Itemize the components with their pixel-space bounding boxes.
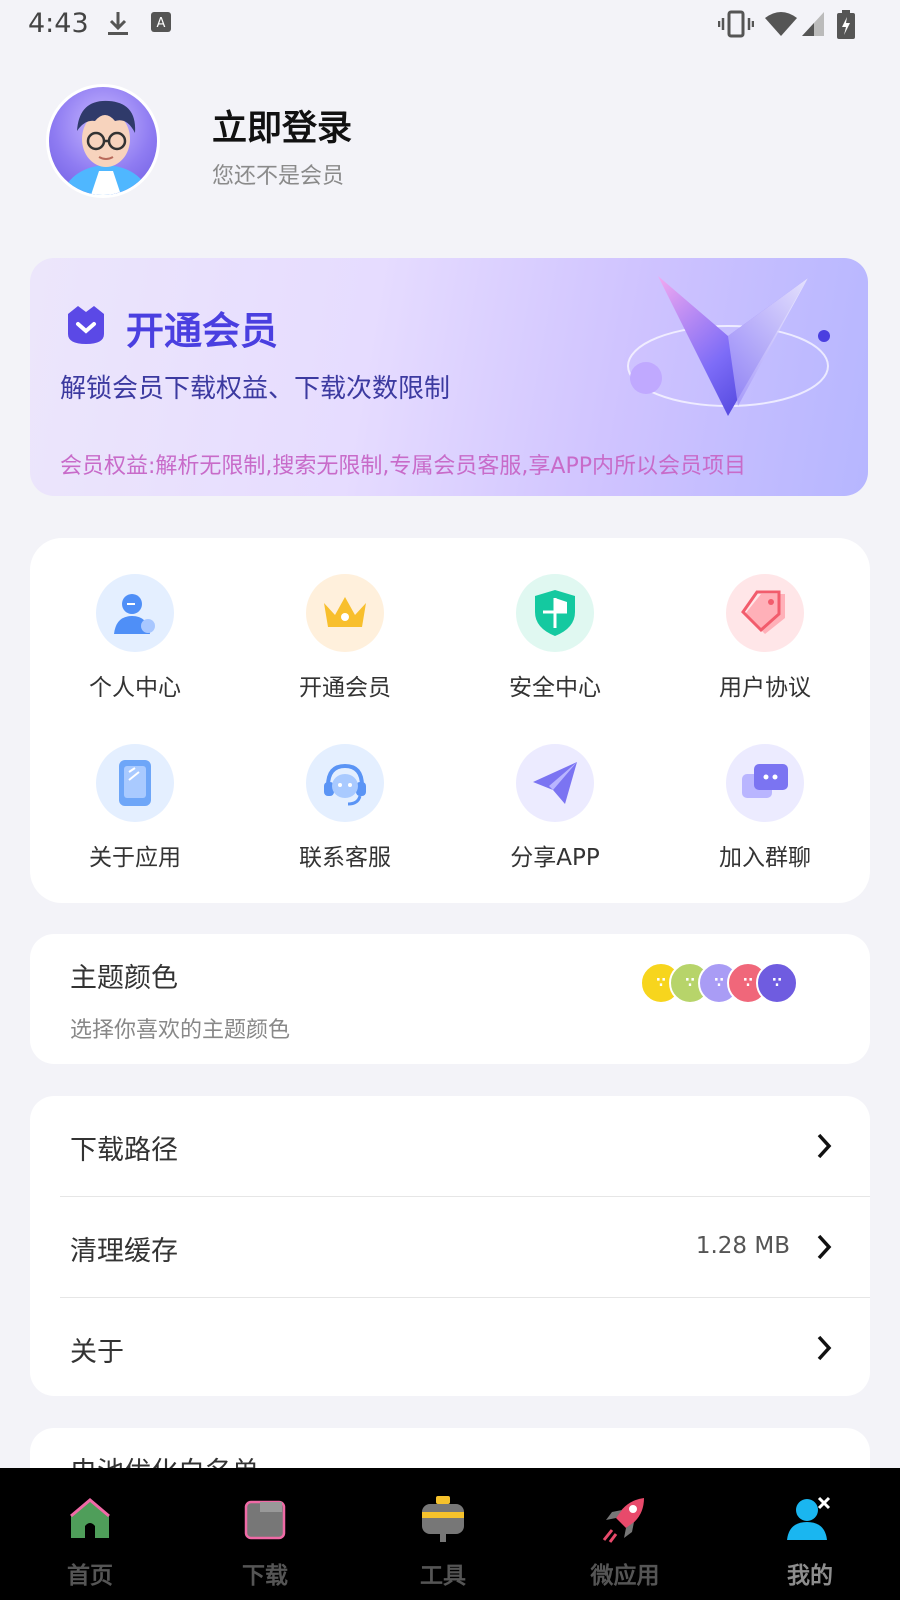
menu-item-label: 分享APP (510, 845, 600, 871)
menu-item-security[interactable]: 安全中心 (450, 574, 660, 702)
folder-icon (244, 1500, 286, 1540)
nav-download[interactable]: 下载 (175, 1468, 355, 1600)
keyboard-a-icon: A (151, 12, 171, 32)
nav-tools[interactable]: 工具 (353, 1468, 533, 1600)
theme-title: 主题颜色 (70, 963, 178, 994)
chat-icon (726, 744, 804, 822)
wifi-icon (765, 12, 797, 36)
send-icon (516, 744, 594, 822)
headset-icon (306, 744, 384, 822)
settings-row-download-path[interactable]: 下载路径 (30, 1096, 870, 1196)
vip-benefits: 会员权益:解析无限制,搜索无限制,专属会员客服,享APP内所以会员项目 (60, 454, 746, 479)
theme-swatch[interactable]: ∵ (756, 962, 798, 1004)
menu-item-label: 联系客服 (299, 845, 391, 871)
menu-item-vip[interactable]: 开通会员 (240, 574, 450, 702)
vip-crown-icon (68, 306, 104, 344)
menu-grid: 个人中心 开通会员 安全中心 用户协议 关于应用 联系客服 分享APP 加入群聊 (30, 538, 870, 903)
menu-item-agreement[interactable]: 用户协议 (660, 574, 870, 702)
theme-color-card[interactable]: 主题颜色 选择你喜欢的主题颜色 ∵ ∵ ∵ ∵ ∵ (30, 934, 870, 1064)
menu-item-share[interactable]: 分享APP (450, 744, 660, 872)
status-bar: 4:43 A (0, 0, 900, 50)
menu-item-about-app[interactable]: 关于应用 (30, 744, 240, 872)
avatar[interactable] (46, 84, 160, 198)
vip-card[interactable]: 开通会员 解锁会员下载权益、下载次数限制 会员权益:解析无限制,搜索无限制,专属… (30, 258, 868, 496)
nav-label: 首页 (67, 1563, 113, 1589)
chevron-right-icon (817, 1234, 832, 1260)
vibrate-icon (718, 10, 754, 38)
rocket-icon (602, 1498, 644, 1543)
nav-label: 我的 (787, 1563, 833, 1589)
settings-row-label: 关于 (70, 1337, 124, 1368)
status-time: 4:43 (28, 8, 89, 39)
phone-icon (96, 744, 174, 822)
person-icon (96, 574, 174, 652)
battery-icon (837, 10, 855, 39)
tag-icon (726, 574, 804, 652)
menu-item-label: 开通会员 (299, 675, 391, 701)
svg-text:A: A (157, 16, 166, 31)
vip-title: 开通会员 (126, 309, 279, 353)
crown-icon (306, 574, 384, 652)
theme-subtitle: 选择你喜欢的主题颜色 (70, 1018, 291, 1043)
menu-item-label: 关于应用 (89, 845, 181, 871)
menu-item-label: 个人中心 (89, 675, 181, 701)
toolbox-icon (422, 1496, 464, 1542)
nav-label: 微应用 (590, 1563, 660, 1589)
download-icon (108, 12, 128, 35)
signal-icon (802, 12, 824, 36)
avatar-illustration (61, 100, 151, 195)
menu-item-label: 安全中心 (509, 675, 601, 701)
settings-list: 下载路径 清理缓存 1.28 MB 关于 (30, 1096, 870, 1396)
menu-item-support[interactable]: 联系客服 (240, 744, 450, 872)
chevron-right-icon (817, 1335, 832, 1361)
menu-item-label: 用户协议 (719, 675, 811, 701)
theme-swatches[interactable]: ∵ ∵ ∵ ∵ ∵ (640, 962, 820, 1004)
login-button[interactable]: 立即登录 (212, 100, 352, 151)
menu-item-group-chat[interactable]: 加入群聊 (660, 744, 870, 872)
menu-item-profile[interactable]: 个人中心 (30, 574, 240, 702)
nav-home[interactable]: 首页 (0, 1468, 180, 1600)
menu-item-label: 加入群聊 (719, 845, 811, 871)
settings-row-clear-cache[interactable]: 清理缓存 1.28 MB (30, 1197, 870, 1297)
vip-description: 解锁会员下载权益、下载次数限制 (60, 374, 451, 404)
nav-mini-apps[interactable]: 微应用 (535, 1468, 715, 1600)
settings-row-about[interactable]: 关于 (30, 1298, 870, 1396)
settings-row-label: 下载路径 (70, 1135, 178, 1166)
nav-mine[interactable]: 我的 (720, 1468, 900, 1600)
user-icon (787, 1496, 831, 1540)
settings-row-label: 清理缓存 (70, 1236, 178, 1267)
cache-size: 1.28 MB (695, 1233, 790, 1259)
home-icon (70, 1498, 110, 1538)
nav-label: 工具 (420, 1563, 466, 1589)
nav-label: 下载 (242, 1563, 288, 1589)
shield-icon (516, 574, 594, 652)
vip-v-logo-icon (627, 276, 830, 416)
member-status: 您还不是会员 (212, 164, 345, 189)
chevron-right-icon (817, 1133, 832, 1159)
bottom-nav: 首页 下载 工具 微应用 我的 (0, 1468, 900, 1600)
